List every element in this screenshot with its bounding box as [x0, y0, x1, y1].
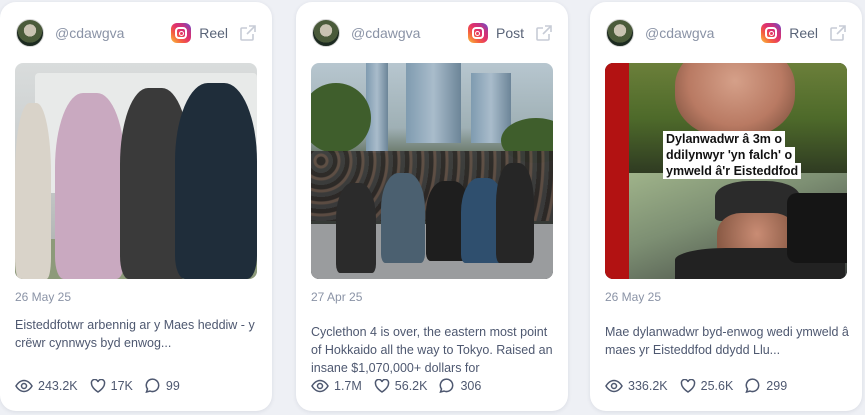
post-thumbnail[interactable]: Dylanwadwr â 3m o ddilynwyr 'yn falch' o…: [605, 63, 847, 279]
post-card[interactable]: @cdawgva Reel Dylanwadwr â 3m o ddilynwy…: [590, 2, 862, 411]
external-link-icon[interactable]: [238, 23, 258, 43]
comments-count: 306: [460, 378, 482, 393]
post-type-label: Post: [495, 25, 524, 41]
card-header: @cdawgva Reel: [606, 18, 848, 48]
engagement-stats: 243.2K 17K 99: [15, 378, 192, 393]
views-stat: 336.2K: [605, 379, 668, 393]
post-thumbnail[interactable]: [15, 63, 257, 279]
eye-icon: [605, 379, 623, 392]
account-handle[interactable]: @cdawgva: [645, 25, 714, 41]
likes-stat: 25.6K: [680, 378, 734, 393]
views-count: 1.7M: [334, 378, 362, 393]
instagram-icon: [171, 23, 192, 43]
post-date: 26 May 25: [15, 290, 72, 304]
views-count: 243.2K: [38, 378, 78, 393]
heart-icon: [680, 378, 695, 393]
external-link-icon[interactable]: [828, 23, 848, 43]
engagement-stats: 336.2K 25.6K 299: [605, 378, 799, 393]
likes-count: 56.2K: [394, 378, 428, 393]
likes-count: 17K: [110, 378, 133, 393]
engagement-stats: 1.7M 56.2K 306: [311, 378, 493, 393]
comments-stat: 99: [145, 378, 180, 393]
post-card[interactable]: @cdawgva Post 27 Apr 25 Cyclethon 4 is o…: [296, 2, 568, 411]
comments-count: 299: [766, 378, 788, 393]
comments-count: 99: [165, 378, 180, 393]
avatar[interactable]: [312, 19, 340, 47]
eye-icon: [311, 379, 329, 392]
instagram-icon: [761, 23, 782, 43]
post-thumbnail[interactable]: [311, 63, 553, 279]
external-link-icon[interactable]: [534, 23, 554, 43]
video-caption-overlay: Dylanwadwr â 3m o ddilynwyr 'yn falch' o…: [663, 131, 807, 179]
post-date: 27 Apr 25: [311, 290, 363, 304]
post-caption: Cyclethon 4 is over, the eastern most po…: [311, 325, 553, 375]
views-count: 336.2K: [628, 378, 668, 393]
instagram-icon: [467, 23, 488, 43]
comment-icon: [145, 378, 160, 393]
eye-icon: [15, 379, 33, 392]
post-date: 26 May 25: [605, 290, 662, 304]
views-stat: 1.7M: [311, 379, 362, 393]
comments-stat: 306: [439, 378, 481, 393]
comment-icon: [745, 378, 760, 393]
account-handle[interactable]: @cdawgva: [55, 25, 124, 41]
likes-stat: 56.2K: [374, 378, 428, 393]
post-type-label: Reel: [199, 25, 228, 41]
views-stat: 243.2K: [15, 379, 78, 393]
avatar[interactable]: [16, 19, 44, 47]
post-card[interactable]: @cdawgva Reel 26 May 25 Eisteddfotwr arb…: [0, 2, 272, 411]
post-caption: Mae dylanwadwr byd-enwog wedi ymweld â m…: [605, 325, 849, 357]
likes-stat: 17K: [90, 378, 133, 393]
comment-icon: [439, 378, 454, 393]
avatar[interactable]: [606, 19, 634, 47]
card-header: @cdawgva Post: [312, 18, 554, 48]
heart-icon: [374, 378, 390, 393]
account-handle[interactable]: @cdawgva: [351, 25, 420, 41]
post-type-label: Reel: [789, 25, 818, 41]
likes-count: 25.6K: [700, 378, 734, 393]
card-header: @cdawgva Reel: [16, 18, 258, 48]
heart-icon: [90, 378, 105, 393]
comments-stat: 299: [745, 378, 787, 393]
post-caption: Eisteddfotwr arbennig ar y Maes heddiw -…: [15, 318, 255, 350]
